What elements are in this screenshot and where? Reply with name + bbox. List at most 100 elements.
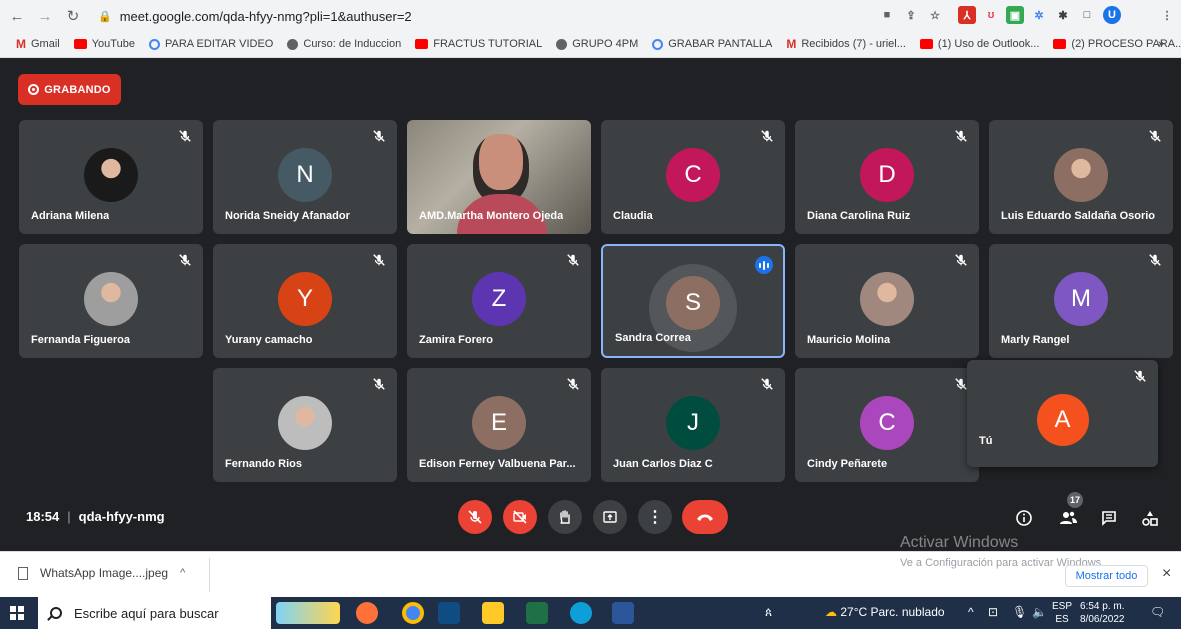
separator: |: [67, 509, 71, 524]
flower-extension-icon[interactable]: ✲: [1030, 6, 1048, 24]
chat-button[interactable]: [1097, 506, 1121, 530]
recording-badge[interactable]: GRABANDO: [18, 74, 121, 105]
reload-icon[interactable]: ↻: [62, 5, 84, 27]
taskbar-search-placeholder: Escribe aquí para buscar: [74, 605, 219, 621]
more-options-button[interactable]: ⋮: [638, 500, 672, 534]
mic-off-icon: [178, 129, 192, 143]
bookmark-recibidos[interactable]: M Recibidos (7) - uriel...: [786, 37, 906, 51]
file-icon: [18, 566, 28, 580]
participant-tile[interactable]: M Marly Rangel: [989, 244, 1173, 358]
browser-chrome: ← → ↻ 🔒 meet.google.com/qda-hfyy-nmg?pli…: [0, 0, 1181, 58]
back-icon[interactable]: ←: [6, 5, 28, 27]
participant-tile[interactable]: C Claudia: [601, 120, 785, 234]
show-all-downloads-button[interactable]: Mostrar todo: [1065, 565, 1148, 587]
participant-name: Adriana Milena: [31, 210, 110, 222]
word-icon[interactable]: [612, 602, 634, 624]
participant-tile[interactable]: Mauricio Molina: [795, 244, 979, 358]
green-extension-icon[interactable]: ▣: [1006, 6, 1024, 24]
activities-button[interactable]: [1138, 506, 1162, 530]
tray-overflow-icon[interactable]: ^: [968, 605, 974, 619]
edge-icon[interactable]: [570, 602, 592, 624]
share-icon[interactable]: ⇪: [902, 6, 920, 24]
bookmark-grupo-4pm[interactable]: GRUPO 4PM: [556, 38, 638, 50]
participant-tile[interactable]: C Cindy Peñarete: [795, 368, 979, 482]
participant-tile[interactable]: N Norida Sneidy Afanador: [213, 120, 397, 234]
language-indicator[interactable]: ESP ES: [1052, 600, 1072, 626]
address-bar[interactable]: 🔒 meet.google.com/qda-hfyy-nmg?pli=1&aut…: [98, 4, 858, 28]
network-icon[interactable]: ⊡: [988, 605, 998, 619]
meet-stage: GRABANDO Adriana Milena N Norida Sneidy Af…: [0, 58, 1181, 551]
menu-icon[interactable]: ⋮: [1158, 6, 1176, 24]
chrome-icon[interactable]: [402, 602, 424, 624]
meeting-details-button[interactable]: [1012, 506, 1036, 530]
microphone-tray-icon[interactable]: 🎙: [1012, 605, 1027, 619]
chevron-up-icon[interactable]: ^: [180, 567, 185, 579]
youtube-icon: [919, 39, 933, 49]
windows-start-icon[interactable]: [10, 606, 24, 620]
star-icon[interactable]: ☆: [926, 6, 944, 24]
globe-icon: [556, 38, 568, 50]
camera-icon[interactable]: ■: [878, 6, 896, 24]
bookmark-youtube[interactable]: YouTube: [73, 38, 135, 50]
more-bookmarks-button[interactable]: »: [1158, 38, 1164, 50]
divider: [209, 558, 210, 592]
screen-recorder-icon: [652, 38, 664, 50]
participant-tile[interactable]: Fernanda Figueroa: [19, 244, 203, 358]
mic-off-icon: [372, 377, 386, 391]
search-highlight-icon[interactable]: [276, 602, 340, 624]
taskbar-clock[interactable]: 6:54 p. m. 8/06/2022: [1080, 600, 1125, 626]
toggle-camera-button[interactable]: [503, 500, 537, 534]
bookmark-para-editar-video[interactable]: PARA EDITAR VIDEO: [148, 38, 273, 50]
participant-avatar: M: [1054, 272, 1108, 326]
people-tray-icon[interactable]: ጰ: [765, 605, 772, 620]
toggle-mic-button[interactable]: [458, 500, 492, 534]
present-screen-button[interactable]: [593, 500, 627, 534]
participant-tile[interactable]: Luis Eduardo Saldaña Osorio: [989, 120, 1173, 234]
bookmark-fractus-tutorial[interactable]: FRACTUS TUTORIAL: [415, 38, 542, 50]
self-tile[interactable]: A Tú: [967, 360, 1158, 467]
participant-tile[interactable]: Adriana Milena: [19, 120, 203, 234]
participant-tile[interactable]: E Edison Ferney Valbuena Par...: [407, 368, 591, 482]
sidepanel-icon[interactable]: □: [1078, 6, 1096, 24]
participant-tile[interactable]: J Juan Carlos Diaz C: [601, 368, 785, 482]
participant-tile[interactable]: Y Yurany camacho: [213, 244, 397, 358]
taskbar-search-box[interactable]: Escribe aquí para buscar: [38, 597, 271, 629]
notifications-icon[interactable]: 🗨: [1150, 605, 1165, 619]
self-name: Tú: [979, 435, 993, 447]
weather-widget[interactable]: ☁ 27°C Parc. nublado: [825, 605, 945, 619]
close-download-bar-button[interactable]: ×: [1162, 565, 1171, 583]
excel-icon[interactable]: [526, 602, 548, 624]
app-icon[interactable]: [438, 602, 460, 624]
bookmark-uso-outlook[interactable]: (1) Uso de Outlook...: [919, 38, 1039, 50]
participant-avatar: Z: [472, 272, 526, 326]
leave-call-button[interactable]: [682, 500, 728, 534]
people-icon: [1060, 511, 1077, 524]
participant-tile[interactable]: Z Zamira Forero: [407, 244, 591, 358]
participant-tile[interactable]: S Sandra Correa: [601, 244, 785, 358]
file-explorer-icon[interactable]: [482, 602, 504, 624]
volume-icon[interactable]: 🔈: [1032, 605, 1047, 619]
mic-off-icon: [468, 510, 482, 524]
profile-avatar[interactable]: U: [1103, 6, 1121, 24]
participant-tile[interactable]: Fernando Rios: [213, 368, 397, 482]
bookmark-curso-induccion[interactable]: Curso: de Induccion: [287, 38, 401, 50]
firefox-icon[interactable]: [356, 602, 378, 624]
pdf-extension-icon[interactable]: ⅄: [958, 6, 976, 24]
puzzle-extension-icon[interactable]: ✱: [1054, 6, 1072, 24]
forward-icon[interactable]: →: [34, 5, 56, 27]
bookmark-gmail[interactable]: M Gmail: [16, 37, 60, 51]
participant-tile[interactable]: AMD.Martha Montero Ojeda: [407, 120, 591, 234]
participant-avatar: [84, 272, 138, 326]
download-item[interactable]: WhatsApp Image....jpeg ^: [18, 566, 185, 580]
participant-tile[interactable]: D Diana Carolina Ruiz: [795, 120, 979, 234]
bookmark-grabar-pantalla[interactable]: GRABAR PANTALLA: [652, 38, 772, 50]
participant-name: Norida Sneidy Afanador: [225, 210, 350, 222]
participant-avatar: Y: [278, 272, 332, 326]
participants-button[interactable]: [1056, 506, 1080, 530]
participant-avatar: [278, 396, 332, 450]
pocket-extension-icon[interactable]: ʊ: [982, 6, 1000, 24]
meeting-time: 18:54: [26, 509, 60, 524]
mic-off-icon: [954, 253, 968, 267]
raise-hand-button[interactable]: [548, 500, 582, 534]
participant-avatar: S: [666, 276, 720, 330]
